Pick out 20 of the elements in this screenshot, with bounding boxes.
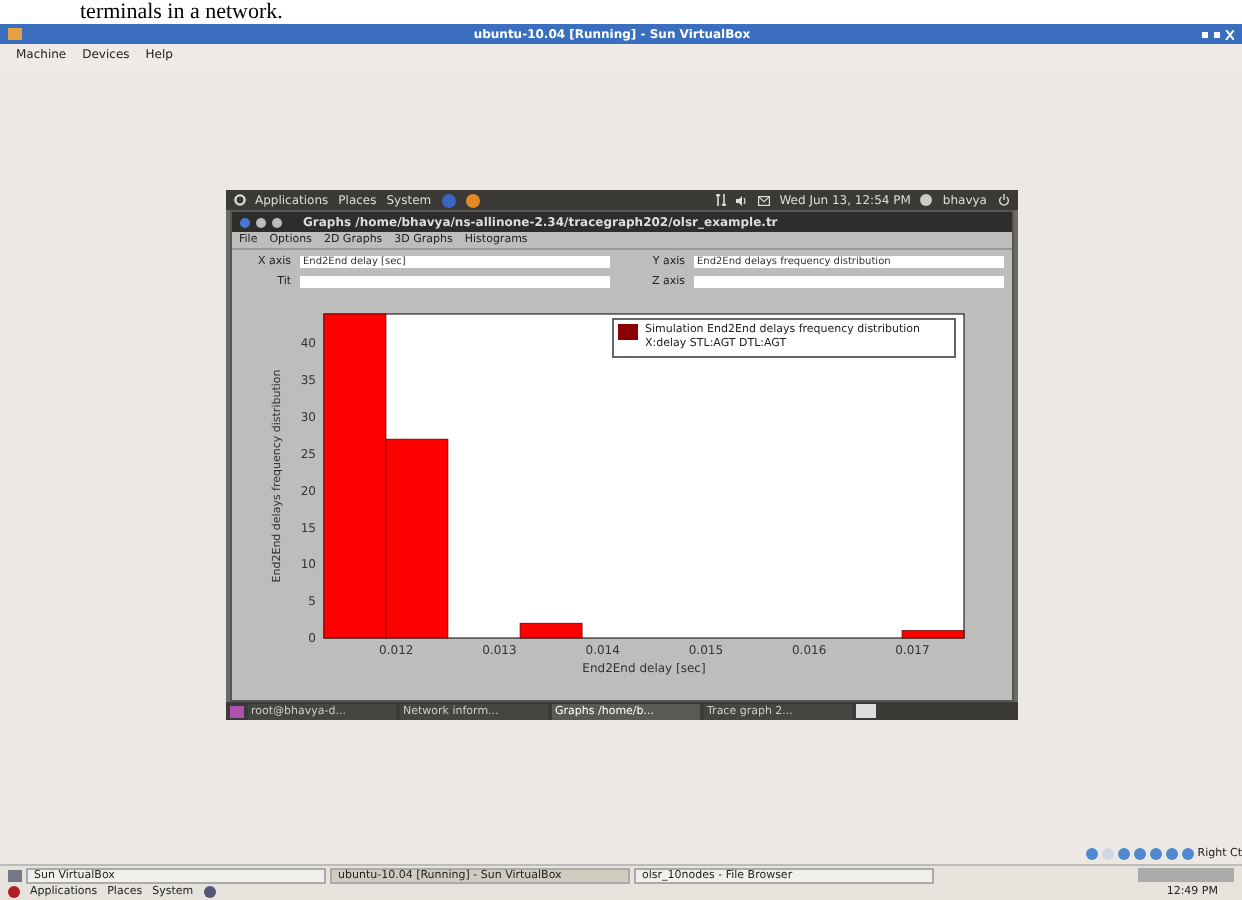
- window-controls-icon[interactable]: [1202, 29, 1234, 39]
- power-icon[interactable]: [997, 194, 1009, 206]
- app-icon: [8, 28, 22, 40]
- mail-icon: [757, 195, 770, 205]
- workspace-switcher[interactable]: [1138, 868, 1234, 882]
- show-desktop-icon[interactable]: [229, 705, 243, 717]
- legend-swatch: [617, 323, 637, 339]
- network-icon: [203, 886, 216, 898]
- histogram-bar: [900, 629, 964, 638]
- document-text: terminals in a network.: [80, 0, 285, 24]
- close-icon[interactable]: [239, 217, 249, 227]
- terminal-icon[interactable]: [855, 704, 875, 718]
- distro-icon[interactable]: [8, 886, 20, 898]
- network-icon: [715, 194, 726, 206]
- text-field[interactable]: [299, 276, 609, 289]
- text-field[interactable]: [693, 276, 1003, 289]
- show-desktop-icon[interactable]: [8, 869, 22, 881]
- minimize-icon[interactable]: [255, 217, 265, 227]
- volume-icon: [735, 195, 748, 205]
- maximize-icon[interactable]: [271, 217, 281, 227]
